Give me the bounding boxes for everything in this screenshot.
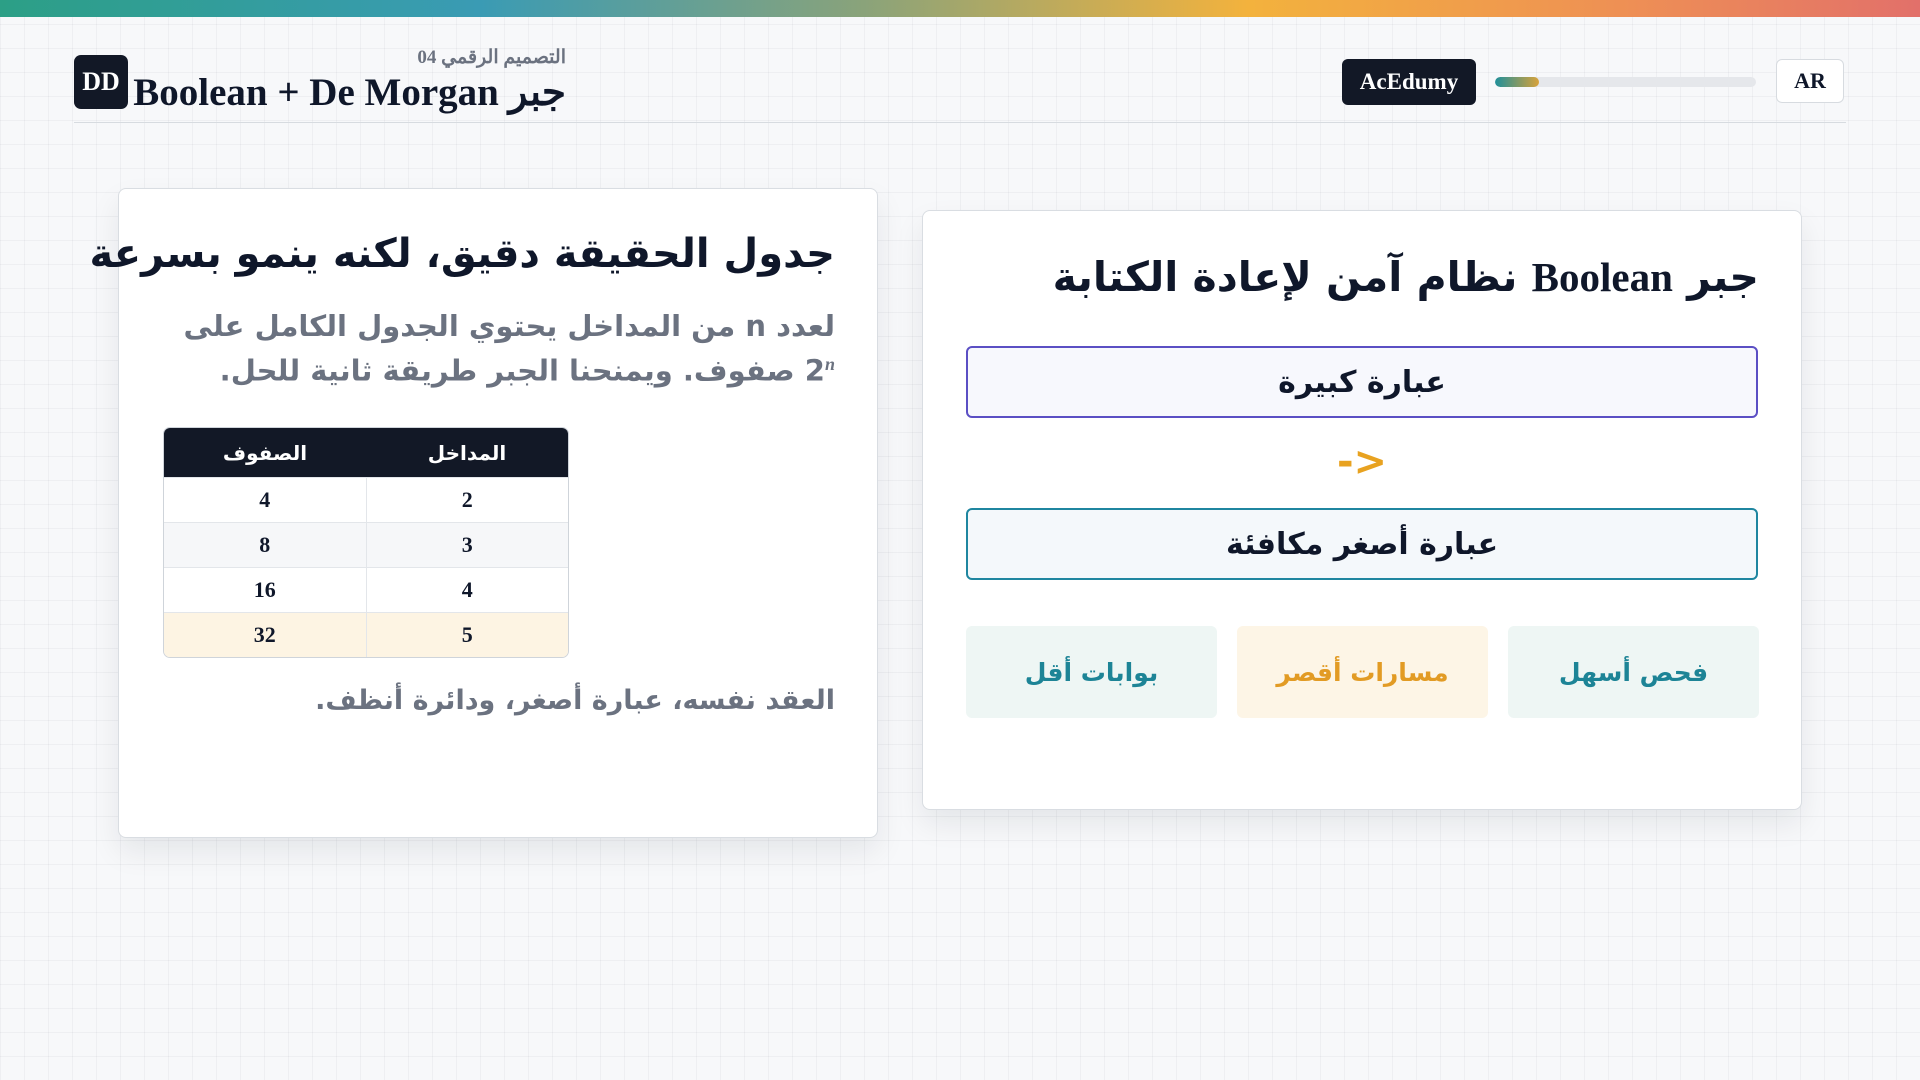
inputs-cell: 4	[365, 568, 569, 612]
benefit-easier-check: فحص أسهل	[1508, 626, 1759, 718]
language-toggle-button[interactable]: AR	[1776, 59, 1844, 103]
benefit-shorter-paths: مسارات أقصر	[1237, 626, 1488, 718]
big-expression-box: عبارة كبيرة	[966, 346, 1758, 418]
heading-part-1: جبر	[1672, 253, 1759, 301]
heading-part-2: نظام آمن لإعادة الكتابة	[1052, 253, 1532, 301]
brand-badge: AcEdumy	[1342, 59, 1476, 105]
boolean-algebra-card: جبر Boolean نظام آمن لإعادة الكتابة عبار…	[922, 210, 1802, 810]
table-header-row: الصفوف المداخل	[164, 428, 568, 477]
inputs-cell: 2	[365, 478, 569, 522]
table-row: 16 4	[164, 567, 568, 612]
truth-table-card: جدول الحقيقة دقيق، لكنه ينمو بسرعة لعدد …	[90, 188, 878, 838]
rewrite-arrow-icon: ->	[1336, 439, 1388, 485]
rows-cell: 32	[253, 622, 276, 647]
rows-cell: 8	[259, 532, 271, 557]
table-row: 8 3	[164, 522, 568, 567]
rows-cell: 4	[259, 487, 271, 512]
page-title: جبر Boolean + De Morgan	[133, 71, 566, 114]
benefit-fewer-gates: بوابات أقل	[966, 626, 1217, 718]
truth-table-footer: العقد نفسه، عبارة أصغر، ودائرة أنظف.	[315, 685, 835, 716]
course-logo: DD	[74, 55, 128, 109]
description-text-end: صفوف. ويمنحنا الجبر طريقة ثانية للحل.	[219, 353, 805, 388]
progress-bar	[1495, 77, 1756, 87]
truth-table-heading: جدول الحقيقة دقيق، لكنه ينمو بسرعة	[89, 231, 835, 277]
inputs-cell: 3	[365, 523, 569, 567]
rows-cell: 16	[253, 577, 276, 602]
table-row: 4 2	[164, 477, 568, 522]
column-header-rows: الصفوف	[222, 440, 308, 465]
table-row-highlighted: 32 5	[164, 612, 568, 657]
description-exponent: n	[824, 354, 835, 374]
column-header-inputs: المداخل	[427, 440, 507, 465]
boolean-algebra-heading: جبر Boolean نظام آمن لإعادة الكتابة	[1053, 253, 1759, 301]
progress-fill	[1495, 77, 1540, 87]
title-block: التصميم الرقمي 04 جبر Boolean + De Morga…	[133, 46, 566, 116]
header-divider	[74, 122, 1846, 123]
truth-table-description: لعدد n من المداخل يحتوي الجدول الكامل عل…	[155, 307, 835, 390]
heading-latin-term: Boolean	[1531, 254, 1673, 300]
small-expression-box: عبارة أصغر مكافئة	[966, 508, 1758, 580]
inputs-cell: 5	[365, 613, 569, 657]
rows-table: الصفوف المداخل 4 2 8 3 16 4 32 5	[163, 427, 569, 658]
lesson-subtitle: التصميم الرقمي 04	[417, 47, 566, 68]
top-gradient-strip	[0, 0, 1920, 17]
